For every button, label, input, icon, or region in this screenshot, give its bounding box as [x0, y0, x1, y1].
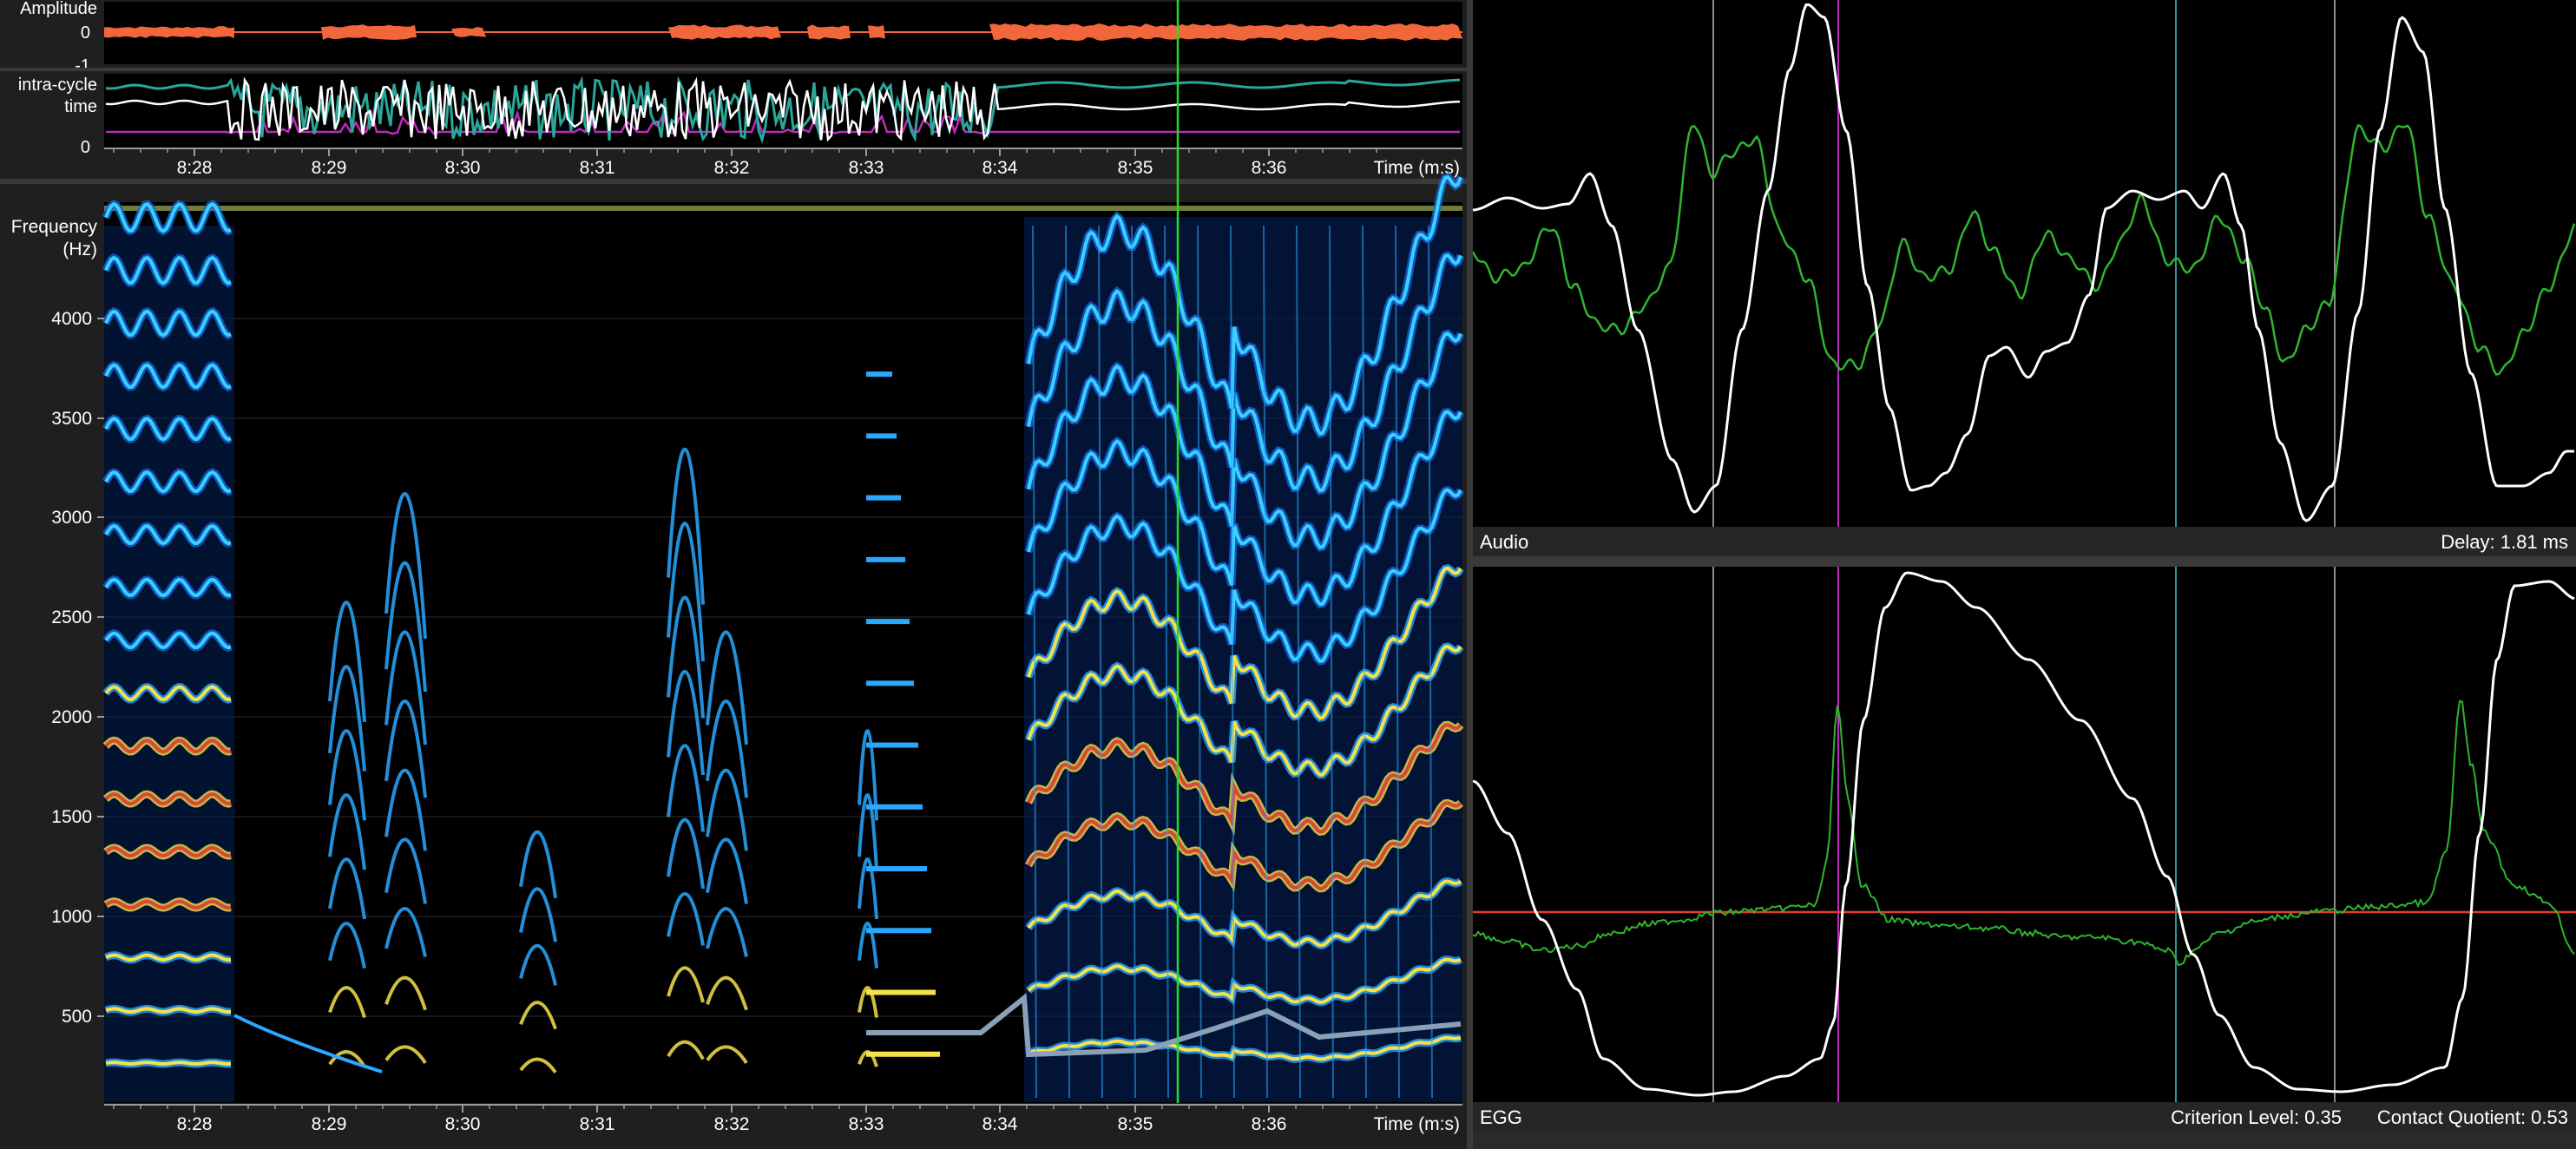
- spectrogram-ylabel-line1: Frequency: [11, 217, 98, 237]
- frequency-tick-label: 2500: [51, 607, 92, 627]
- bottom-time-tick-label: 8:36: [1252, 1114, 1287, 1134]
- top-time-tick-label: 8:29: [312, 158, 347, 178]
- splitter-handle[interactable]: [0, 179, 1467, 184]
- top-time-tick-label: 8:33: [849, 158, 884, 178]
- harmonic-stub: [866, 989, 936, 995]
- panel-separator: [0, 68, 1467, 71]
- contact-quotient-readout: Contact Quotient: 0.53: [2377, 1106, 2568, 1128]
- cycle-view-canvas[interactable]: Audio Delay: 1.81 ms EGG Criterion Level…: [1473, 0, 2576, 1149]
- bottom-time-tick-label: 8:30: [445, 1114, 481, 1134]
- bottom-time-tick-label: 8:31: [580, 1114, 615, 1134]
- egg-plot-area[interactable]: [1473, 567, 2576, 1102]
- bottom-time-axis: 8:28 8:29 8:30 8:31 8:32 8:33 8:34 8:35 8:36 Time…: [104, 1104, 1462, 1134]
- intracycle-tick-0: 0: [81, 138, 90, 157]
- cycle-view-pane: Audio Delay: 1.81 ms EGG Criterion Level…: [1473, 0, 2576, 1149]
- criterion-level-readout: Criterion Level: 0.35: [2171, 1106, 2342, 1128]
- frequency-tick-label: 2000: [51, 707, 92, 727]
- egg-label: EGG: [1480, 1106, 1522, 1128]
- amplitude-tick-0: 0: [81, 23, 90, 43]
- spectrogram-ylabel-line2: (Hz): [62, 240, 97, 259]
- frequency-tick-label: 1500: [51, 807, 92, 827]
- top-time-tick-label: 8:28: [177, 158, 213, 178]
- frequency-tick-label: 4000: [51, 309, 92, 329]
- egg-cycle-panel[interactable]: EGG Criterion Level: 0.35 Contact Quotie…: [1473, 567, 2576, 1132]
- harmonic: [105, 1060, 232, 1067]
- bottom-time-tick-label: 8:28: [177, 1114, 213, 1134]
- intracycle-label-line2: time: [64, 97, 97, 116]
- spectrogram-panel[interactable]: Frequency (Hz) 4000 3500 3000 2500 2000 1500 1…: [11, 172, 1465, 1103]
- analysis-canvas[interactable]: Amplitude 0 -1 intra-cycle time 0 8:28 8:…: [0, 0, 1467, 1149]
- harmonic-stub: [866, 433, 897, 439]
- harmonic-stub: [866, 371, 892, 378]
- audio-cycle-panel[interactable]: Audio Delay: 1.81 ms: [1473, 0, 2576, 556]
- bottom-time-tick-unit-label: Time (m:s): [1373, 1114, 1460, 1134]
- top-time-tick-label: 8:36: [1252, 158, 1287, 178]
- spectrogram-top-bar: [104, 206, 1462, 211]
- amplitude-tick-neg1: -1: [75, 56, 90, 76]
- harmonic-stub: [866, 928, 931, 934]
- frequency-tick-label: 1000: [51, 907, 92, 927]
- intracycle-label-line1: intra-cycle: [18, 76, 97, 95]
- bottom-time-tick-label: 8:33: [849, 1114, 884, 1134]
- harmonic-stub: [866, 619, 910, 625]
- intracycle-panel[interactable]: intra-cycle time 0: [18, 74, 1462, 157]
- audio-status-bar: [1473, 527, 2576, 556]
- noise-floor: [104, 226, 234, 1102]
- delay-readout: Delay: 1.81 ms: [2441, 531, 2568, 553]
- frequency-tick-label: 500: [62, 1007, 92, 1027]
- frequency-tick-label: 3000: [51, 508, 92, 528]
- amplitude-panel[interactable]: Amplitude 0 -1: [20, 0, 1462, 76]
- harmonic-stub: [866, 742, 918, 748]
- top-time-tick-label: 8:31: [580, 158, 615, 178]
- top-time-tick-label: 8:30: [445, 158, 481, 178]
- harmonic-stub: [866, 866, 927, 872]
- audio-label: Audio: [1480, 531, 1528, 553]
- top-time-tick-label: 8:34: [982, 158, 1018, 178]
- frequency-axis: 4000 3500 3000 2500 2000 1500 1000 500: [51, 309, 104, 1027]
- bottom-time-tick-label: 8:34: [982, 1114, 1018, 1134]
- analysis-pane: Amplitude 0 -1 intra-cycle time 0 8:28 8:…: [0, 0, 1467, 1149]
- harmonic-stub: [866, 1051, 940, 1057]
- harmonic-stub: [866, 495, 901, 501]
- top-time-tick-label: 8:32: [714, 158, 750, 178]
- bottom-time-tick-label: 8:35: [1118, 1114, 1153, 1134]
- pane-divider[interactable]: [1467, 0, 1473, 1149]
- audio-plot-area[interactable]: [1473, 0, 2576, 527]
- bottom-time-tick-label: 8:32: [714, 1114, 750, 1134]
- top-time-axis: 8:28 8:29 8:30 8:31 8:32 8:33 8:34 8:35 8:36 Time…: [104, 148, 1462, 178]
- amplitude-label: Amplitude: [20, 0, 97, 18]
- frequency-tick-label: 3500: [51, 409, 92, 429]
- top-time-tick-label: 8:35: [1118, 158, 1153, 178]
- harmonic-stub: [866, 680, 914, 686]
- harmonic-stub: [866, 804, 923, 810]
- harmonic-stub: [866, 556, 905, 562]
- cycle-panel-separator[interactable]: [1473, 556, 2576, 567]
- bottom-time-tick-label: 8:29: [312, 1114, 347, 1134]
